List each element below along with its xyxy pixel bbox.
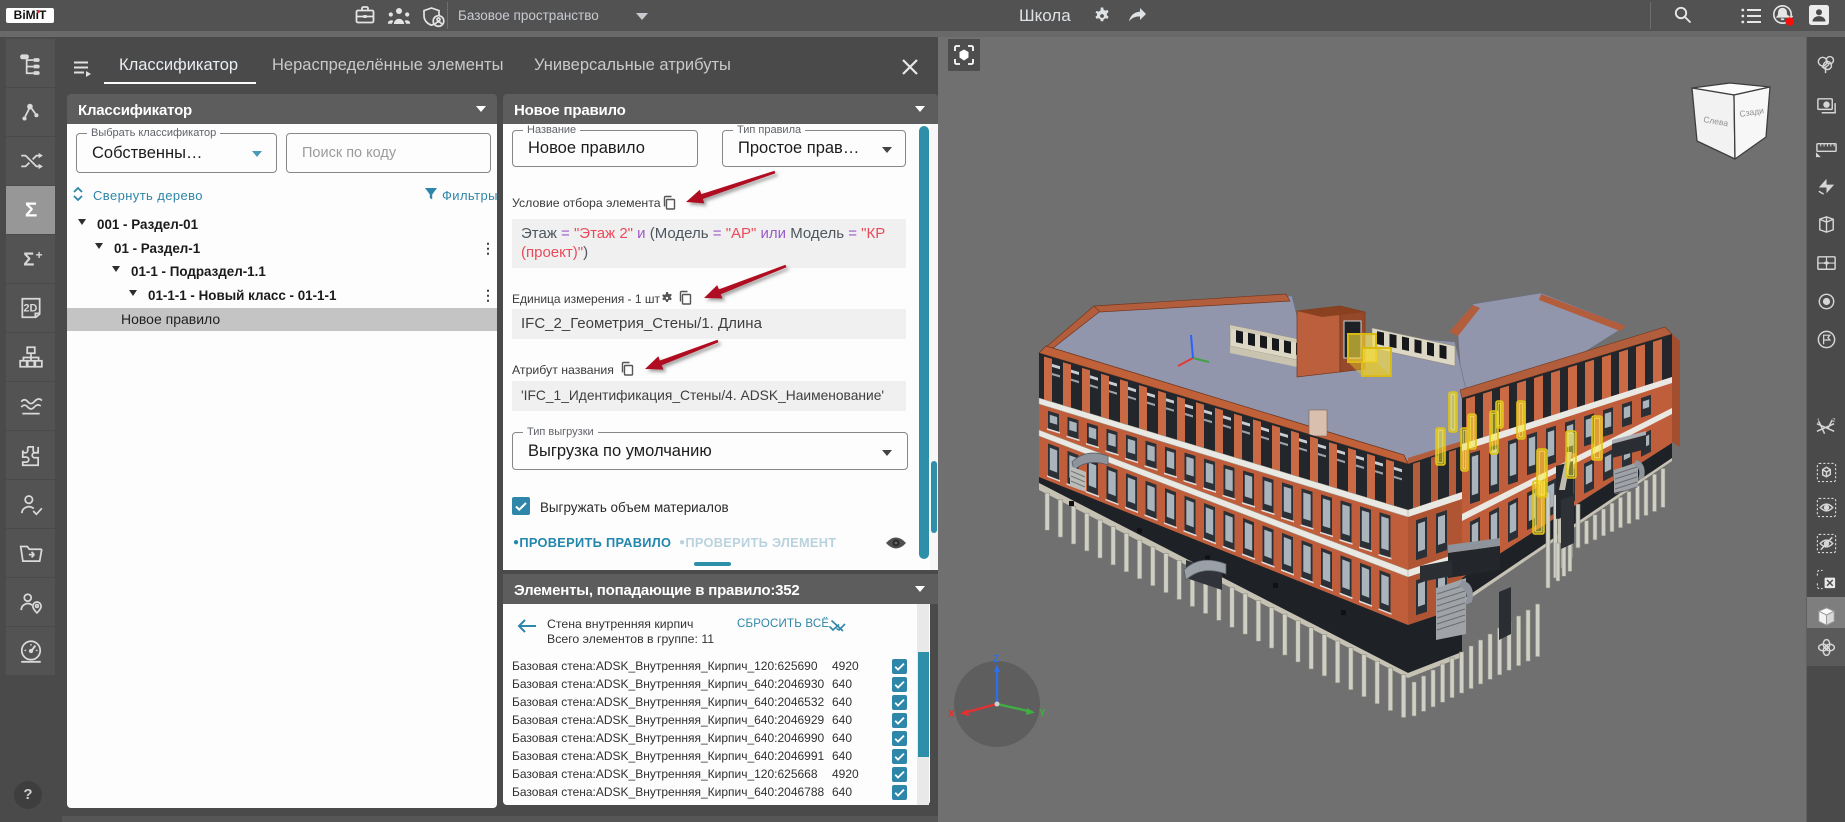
svg-text:Σ: Σ xyxy=(24,199,36,222)
svg-text:Y: Y xyxy=(1039,708,1046,719)
svg-text:Z: Z xyxy=(993,654,999,665)
svg-text:2: 2 xyxy=(1832,417,1835,423)
svg-text:1: 1 xyxy=(1816,418,1819,424)
svg-text:+: + xyxy=(35,248,42,262)
svg-text:Σ: Σ xyxy=(23,249,34,270)
svg-text:X: X xyxy=(948,709,955,720)
svg-text:2D: 2D xyxy=(23,302,37,314)
